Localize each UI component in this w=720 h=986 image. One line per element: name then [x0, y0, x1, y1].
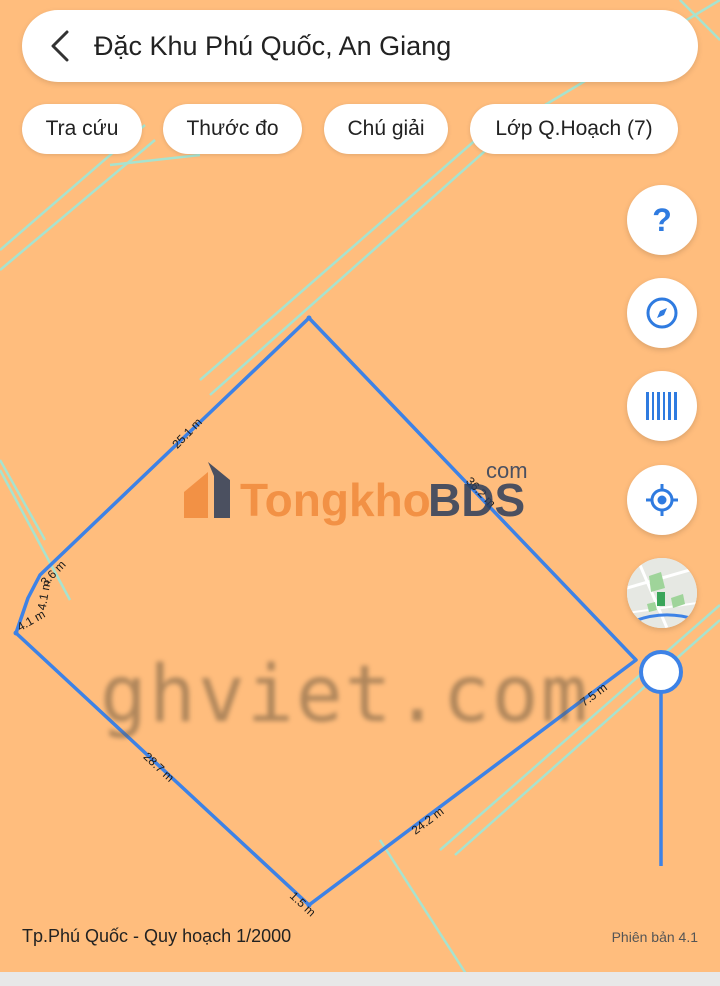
- chip-lop-quy-hoach[interactable]: Lớp Q.Hoạch (7): [470, 104, 678, 154]
- barcode-button[interactable]: [627, 371, 697, 441]
- chip-tra-cuu[interactable]: Tra cứu: [22, 104, 142, 154]
- parcel-line: [0, 459, 47, 541]
- parcel-line: [0, 139, 156, 271]
- map-thumbnail-icon: [627, 558, 697, 628]
- search-bar[interactable]: Đặc Khu Phú Quốc, An Giang: [22, 10, 698, 82]
- map-scale-label: Tp.Phú Quốc - Quy hoạch 1/2000: [22, 926, 292, 946]
- chip-chu-giai[interactable]: Chú giải: [324, 104, 448, 154]
- edge-label: 24.2 m: [409, 804, 447, 837]
- search-title: Đặc Khu Phú Quốc, An Giang: [94, 30, 452, 61]
- back-button[interactable]: [42, 28, 78, 64]
- chevron-left-icon: [51, 30, 69, 62]
- edge-label: 1.5 m: [287, 889, 319, 920]
- bottom-strip: [0, 972, 720, 986]
- parcel-line: [209, 119, 521, 396]
- vertex: [13, 630, 19, 636]
- logo-main-text: Tongkho: [240, 474, 431, 526]
- logo-sup-text: com: [486, 458, 528, 483]
- house-icon: [184, 462, 230, 518]
- watermark-text: ghviet.com: [100, 650, 590, 740]
- parcel-line: [378, 839, 472, 981]
- ruler-handle[interactable]: [639, 650, 683, 694]
- watermark-logo: Tongkho BDS com: [178, 456, 558, 536]
- map-layer-button[interactable]: [627, 558, 697, 628]
- crosshair-icon: [646, 484, 678, 516]
- edge-label: 25.1 m: [169, 415, 205, 451]
- question-icon: ?: [652, 201, 672, 238]
- chip-thuoc-do[interactable]: Thước đo: [163, 104, 302, 154]
- barcode-icon: [646, 392, 677, 420]
- compass-button[interactable]: [627, 278, 697, 348]
- toolbar-chips: Tra cứu Thước đo Chú giải Lớp Q.Hoạch (7…: [0, 104, 720, 156]
- help-button[interactable]: ?: [627, 185, 697, 255]
- plot-outline: [14, 316, 638, 907]
- parcel-line: [109, 153, 201, 167]
- edge-label: 28.7 m: [141, 749, 177, 784]
- version-label: Phiên bản 4.1: [611, 929, 698, 945]
- locate-button[interactable]: [627, 465, 697, 535]
- vertex: [306, 315, 312, 321]
- compass-icon: [646, 297, 678, 329]
- parcel-line: [0, 469, 72, 601]
